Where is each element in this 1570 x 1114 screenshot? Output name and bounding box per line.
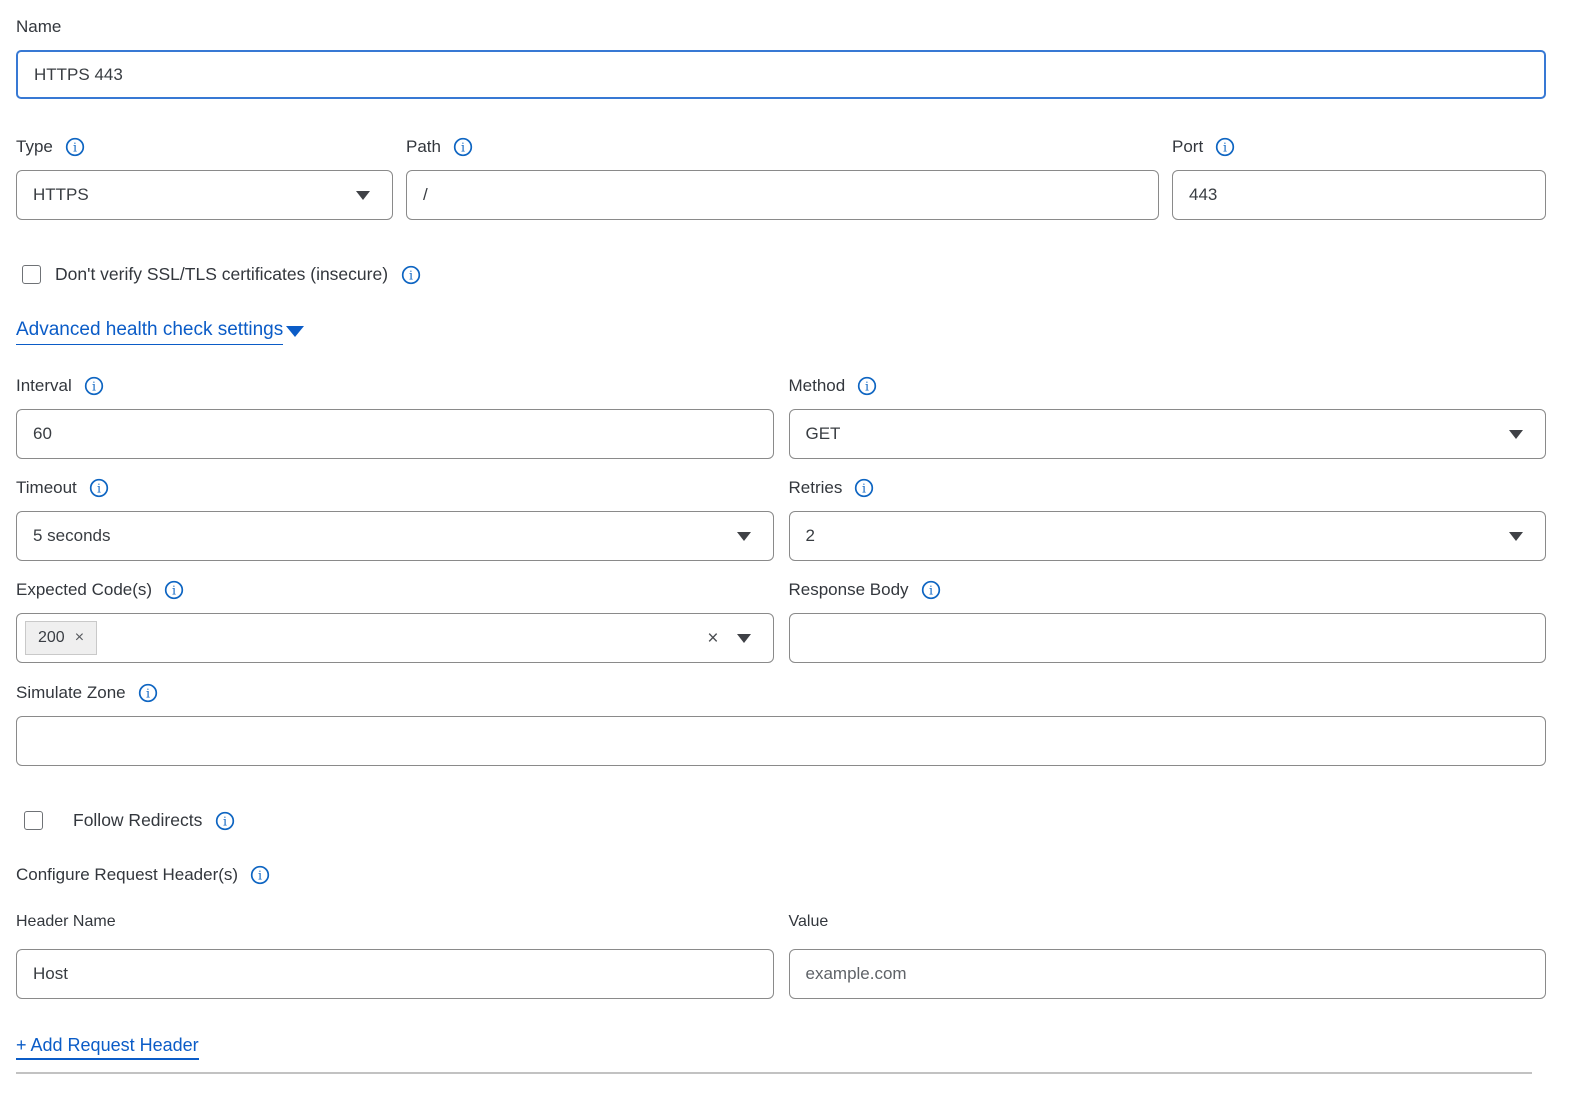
ssl-verify-row: Don't verify SSL/TLS certificates (insec… <box>16 264 1546 285</box>
expected-code-tag-label: 200 <box>38 629 65 647</box>
svg-text:i: i <box>223 813 227 828</box>
expected-code-tag[interactable]: 200 × <box>25 621 97 655</box>
type-info-icon[interactable]: i <box>65 137 85 157</box>
chevron-down-icon <box>1509 430 1523 439</box>
expected-codes-select[interactable]: 200 × × <box>16 613 774 663</box>
svg-text:i: i <box>409 267 413 282</box>
follow-redirects-row: Follow Redirects i <box>16 810 1546 831</box>
chevron-down-icon <box>356 191 370 200</box>
retries-select-value: 2 <box>806 526 815 546</box>
advanced-settings-link[interactable]: Advanced health check settings <box>16 319 283 345</box>
name-field: Name <box>16 16 1546 99</box>
expected-codes-label: Expected Code(s) <box>16 579 152 601</box>
retries-label: Retries <box>789 477 843 499</box>
svg-text:i: i <box>865 379 869 394</box>
timeout-field: Timeout i 5 seconds <box>16 477 774 561</box>
port-info-icon[interactable]: i <box>1215 137 1235 157</box>
expected-codes-info-icon[interactable]: i <box>164 580 184 600</box>
interval-info-icon[interactable]: i <box>84 376 104 396</box>
section-divider <box>16 1072 1532 1074</box>
response-body-info-icon[interactable]: i <box>921 580 941 600</box>
retries-field: Retries i 2 <box>789 477 1547 561</box>
retries-select[interactable]: 2 <box>789 511 1547 561</box>
ssl-verify-label: Don't verify SSL/TLS certificates (insec… <box>55 264 388 285</box>
header-columns-row: Header Name Value <box>16 913 1546 931</box>
timeout-select-value: 5 seconds <box>33 526 111 546</box>
type-path-port-row: Type i HTTPS Path i Port <box>16 136 1546 220</box>
timeout-label: Timeout <box>16 477 77 499</box>
request-headers-section: Configure Request Header(s) i <box>16 864 1546 886</box>
name-input[interactable] <box>16 50 1546 99</box>
path-info-icon[interactable]: i <box>453 137 473 157</box>
timeout-select[interactable]: 5 seconds <box>16 511 774 561</box>
health-check-settings-form: Name Type i HTTPS Path i <box>0 0 1570 1114</box>
svg-text:i: i <box>862 481 866 496</box>
simulate-zone-label: Simulate Zone <box>16 682 126 704</box>
svg-text:i: i <box>146 686 150 701</box>
follow-redirects-info-icon[interactable]: i <box>215 811 235 831</box>
svg-text:i: i <box>929 583 933 598</box>
type-select[interactable]: HTTPS <box>16 170 393 220</box>
name-label: Name <box>16 16 61 38</box>
header-name-input[interactable] <box>16 949 774 999</box>
timeout-retries-row: Timeout i 5 seconds Retries i 2 <box>16 477 1546 561</box>
svg-text:i: i <box>172 583 176 598</box>
codes-body-row: Expected Code(s) i 200 × × Response Body <box>16 579 1546 663</box>
advanced-settings-wrap: Advanced health check settings <box>16 319 1546 345</box>
interval-method-row: Interval i Method i GET <box>16 375 1546 459</box>
method-select-value: GET <box>806 424 841 444</box>
port-input[interactable] <box>1172 170 1546 220</box>
svg-text:i: i <box>97 481 101 496</box>
request-headers-info-icon[interactable]: i <box>250 865 270 885</box>
svg-text:i: i <box>1223 140 1227 155</box>
interval-input[interactable] <box>16 409 774 459</box>
svg-text:i: i <box>258 868 262 883</box>
header-name-column-label: Header Name <box>16 913 774 931</box>
retries-info-icon[interactable]: i <box>854 478 874 498</box>
chevron-down-icon <box>1509 532 1523 541</box>
path-field: Path i <box>406 136 1159 220</box>
type-field: Type i HTTPS <box>16 136 393 220</box>
chevron-down-icon <box>737 532 751 541</box>
port-field: Port i <box>1172 136 1546 220</box>
svg-text:i: i <box>73 140 77 155</box>
simulate-zone-field: Simulate Zone i <box>16 682 1546 766</box>
add-request-header-link[interactable]: + Add Request Header <box>16 1035 199 1060</box>
simulate-zone-input[interactable] <box>16 716 1546 766</box>
type-select-value: HTTPS <box>33 185 89 205</box>
expand-caret-icon <box>286 326 304 337</box>
response-body-label: Response Body <box>789 579 909 601</box>
simulate-zone-info-icon[interactable]: i <box>138 683 158 703</box>
method-label: Method <box>789 375 846 397</box>
path-input[interactable] <box>406 170 1159 220</box>
advanced-settings-label: Advanced health check settings <box>16 319 283 341</box>
add-header-wrap: + Add Request Header <box>16 1035 1546 1060</box>
response-body-input[interactable] <box>789 613 1547 663</box>
expected-codes-field: Expected Code(s) i 200 × × <box>16 579 774 663</box>
interval-field: Interval i <box>16 375 774 459</box>
interval-label: Interval <box>16 375 72 397</box>
timeout-info-icon[interactable]: i <box>89 478 109 498</box>
remove-tag-icon[interactable]: × <box>75 630 84 646</box>
ssl-verify-info-icon[interactable]: i <box>401 265 421 285</box>
type-label: Type <box>16 136 53 158</box>
svg-text:i: i <box>92 379 96 394</box>
response-body-field: Response Body i <box>789 579 1547 663</box>
svg-text:i: i <box>461 140 465 155</box>
method-select[interactable]: GET <box>789 409 1547 459</box>
method-field: Method i GET <box>789 375 1547 459</box>
ssl-verify-checkbox[interactable] <box>22 265 41 284</box>
clear-all-icon[interactable]: × <box>707 629 718 648</box>
port-label: Port <box>1172 136 1203 158</box>
value-column-label: Value <box>789 913 1547 931</box>
path-label: Path <box>406 136 441 158</box>
header-row <box>16 949 1546 999</box>
header-value-input[interactable] <box>789 949 1547 999</box>
follow-redirects-label: Follow Redirects <box>73 810 202 831</box>
method-info-icon[interactable]: i <box>857 376 877 396</box>
request-headers-label: Configure Request Header(s) <box>16 864 238 886</box>
chevron-down-icon <box>737 634 751 643</box>
follow-redirects-checkbox[interactable] <box>24 811 43 830</box>
